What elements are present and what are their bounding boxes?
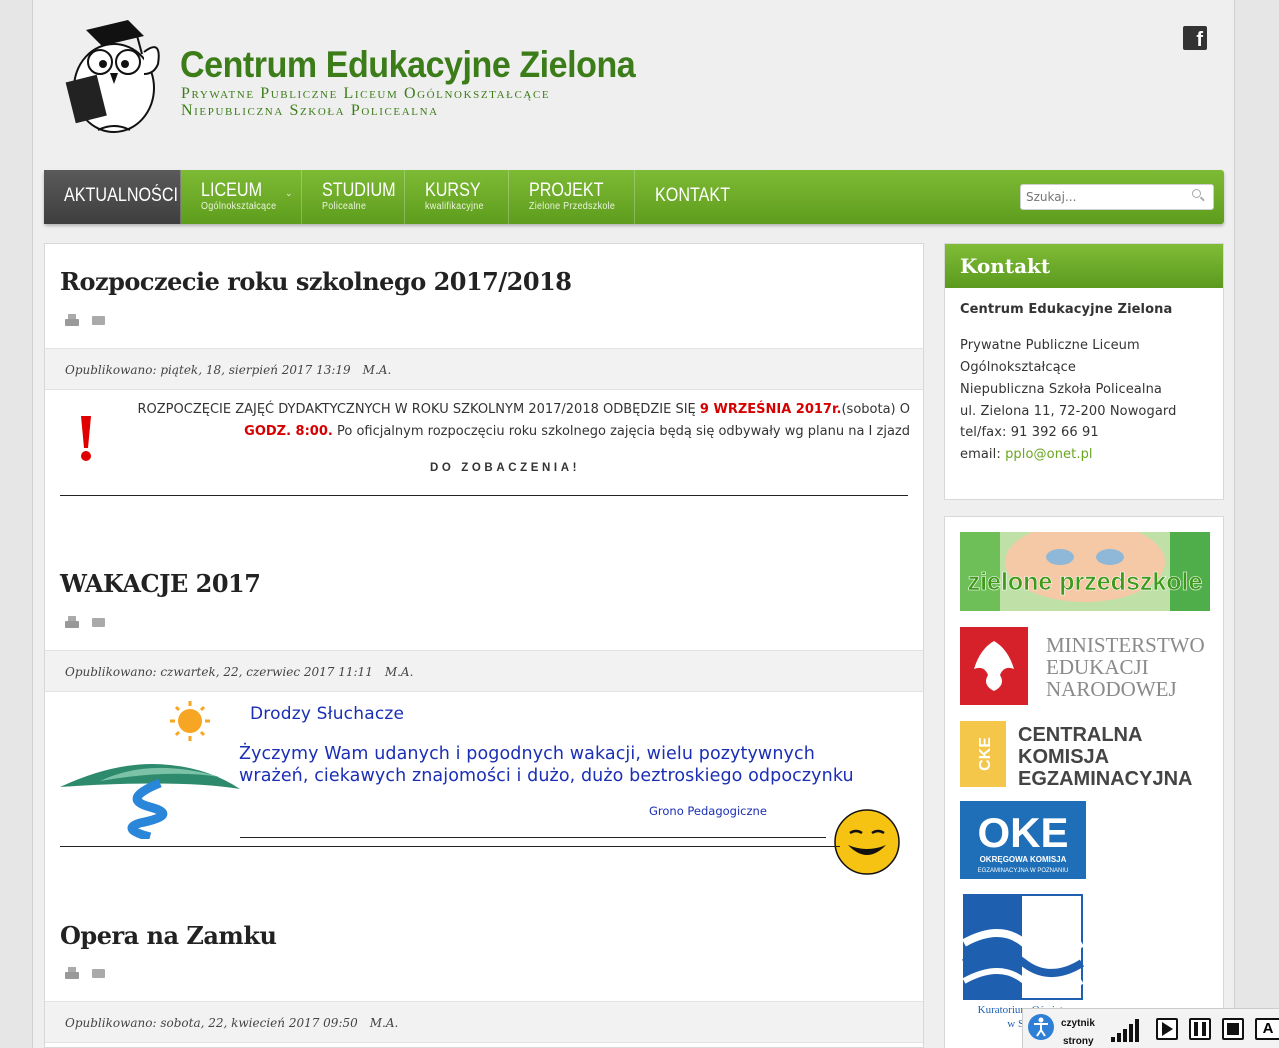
nav-sublabel: Policealne — [322, 201, 367, 212]
contact-line: Niepubliczna Szkoła Policealna — [960, 382, 1162, 397]
reader-label: czytnik — [1061, 1018, 1095, 1029]
published-date: Opublikowano: piątek, 18, sierpień 2017 … — [65, 363, 351, 377]
page-reader-toolbar: czytnik strony A — [1022, 1008, 1279, 1048]
zielone-przedszkole-banner[interactable]: zielone przedszkole — [960, 532, 1210, 611]
play-icon[interactable] — [1156, 1018, 1178, 1040]
print-icon[interactable] — [65, 314, 79, 327]
font-size-button[interactable]: A — [1255, 1018, 1279, 1040]
contact-name: Centrum Edukacyjne Zielona — [960, 302, 1173, 317]
email-link[interactable]: pplo@onet.pl — [1005, 447, 1093, 462]
contact-box: Kontakt Centrum Edukacyjne Zielona Prywa… — [944, 243, 1224, 500]
search-icon[interactable] — [1192, 189, 1201, 198]
closing-text: DO ZOBACZENIA! — [430, 462, 581, 474]
exclamation-icon — [81, 416, 91, 461]
search-input[interactable] — [1021, 185, 1181, 209]
published-date: Opublikowano: czwartek, 22, czerwiec 201… — [65, 665, 373, 679]
nav-label: KURSY — [425, 180, 481, 201]
sun-landscape-image — [60, 701, 240, 839]
przedszkole-text: zielone przedszkole — [968, 568, 1203, 596]
men-text: EDUKACJI — [1046, 655, 1149, 679]
banners-box: zielone przedszkole MINISTERSTWO EDUKACJ… — [944, 516, 1224, 1048]
author: M.A. — [369, 1016, 399, 1030]
article-title[interactable]: WAKACJE 2017 — [60, 569, 261, 598]
cke-logo-text: CKE — [977, 737, 994, 771]
contact-title: Kontakt — [945, 244, 1223, 288]
contact-line: Prywatne Publiczne Liceum — [960, 338, 1140, 353]
nav-sublabel: kwalifikacyjne — [425, 201, 484, 212]
cke-text: CENTRALNA — [1018, 724, 1142, 746]
contact-address: ul. Zielona 11, 72-200 Nowogard — [960, 404, 1177, 419]
nav-label: KONTAKT — [655, 185, 731, 206]
reader-label: strony — [1063, 1036, 1094, 1047]
highlight-date: 9 WRZEŚNIA 2017r. — [699, 402, 842, 417]
nav-label: PROJEKT — [529, 180, 604, 201]
greeting-text: Drodzy Słuchacze — [250, 704, 405, 724]
oke-banner[interactable]: OKE OKRĘGOWA KOMISJA EGZAMINACYJNA W POZ… — [960, 801, 1086, 879]
divider — [60, 846, 840, 847]
article-meta: Opublikowano: sobota, 22, kwiecień 2017 … — [45, 1001, 923, 1043]
article-meta: Opublikowano: piątek, 18, sierpień 2017 … — [45, 348, 923, 390]
divider — [240, 837, 826, 838]
wish-text: Życzymy Wam udanych i pogodnych wakacji,… — [239, 744, 854, 786]
highlight-time: GODZ. 8:00. — [244, 424, 333, 439]
men-text: MINISTERSTWO — [1046, 633, 1205, 657]
oke-text: OKRĘGOWA KOMISJA — [980, 855, 1067, 864]
men-banner[interactable]: MINISTERSTWO EDUKACJI NARODOWEJ — [960, 627, 1210, 705]
published-date: Opublikowano: sobota, 22, kwiecień 2017 … — [65, 1016, 358, 1030]
nav-label: AKTUALNOŚCI — [64, 185, 178, 206]
article-title[interactable]: Opera na Zamku — [60, 921, 277, 950]
facebook-icon[interactable]: f — [1183, 26, 1207, 51]
pause-icon[interactable] — [1189, 1018, 1211, 1040]
nav-sublabel: Ogólnokształcące — [201, 201, 277, 212]
cke-text: EGZAMINACYJNA — [1018, 768, 1192, 787]
chevron-down-icon: ⌄ — [388, 188, 396, 198]
nav-item-aktualnosci[interactable]: AKTUALNOŚCI — [44, 170, 181, 224]
volume-icon[interactable] — [1111, 1017, 1141, 1043]
chevron-down-icon: ⌄ — [285, 188, 293, 198]
nav-sublabel: Zielone Przedszkole — [529, 201, 616, 212]
email-icon[interactable] — [92, 316, 105, 325]
nav-item-projekt[interactable]: PROJEKT Zielone Przedszkole — [509, 170, 635, 224]
email-label: email: — [960, 447, 1006, 462]
nav-item-studium[interactable]: STUDIUM Policealne ⌄ — [302, 170, 405, 224]
oke-text: EGZAMINACYJNA W POZNANIU — [978, 868, 1069, 874]
contact-phone: tel/fax: 91 392 66 91 — [960, 425, 1099, 440]
article-meta: Opublikowano: czwartek, 22, czerwiec 201… — [45, 650, 923, 692]
print-icon[interactable] — [65, 967, 79, 980]
article-title[interactable]: Rozpoczecie roku szkolnego 2017/2018 — [60, 267, 572, 296]
body-text: ROZPOCZĘCIE ZAJĘĆ DYDAKTYCZNYCH W ROKU S… — [137, 402, 700, 417]
cke-banner[interactable]: CKE CENTRALNA KOMISJA EGZAMINACYJNA — [960, 721, 1210, 787]
signature-text: Grono Pedagogiczne — [649, 804, 767, 818]
oke-logo-text: OKE — [977, 809, 1068, 856]
email-icon[interactable] — [92, 969, 105, 978]
main-content: Rozpoczecie roku szkolnego 2017/2018 Opu… — [44, 243, 924, 1048]
contact-line: Ogólnokształcące — [960, 360, 1076, 375]
nav-label: STUDIUM — [322, 180, 396, 201]
article-body: ROZPOCZĘCIE ZAJĘĆ DYDAKTYCZNYCH W ROKU S… — [115, 399, 911, 443]
author: M.A. — [362, 363, 392, 377]
accessibility-icon[interactable] — [1027, 1013, 1055, 1041]
print-icon[interactable] — [65, 616, 79, 629]
stop-icon[interactable] — [1222, 1018, 1244, 1040]
email-icon[interactable] — [92, 618, 105, 627]
search-box — [1020, 184, 1214, 210]
nav-item-kontakt[interactable]: KONTAKT — [635, 170, 735, 224]
nav-item-kursy[interactable]: KURSY kwalifikacyjne — [405, 170, 509, 224]
cke-text: KOMISJA — [1018, 746, 1109, 768]
owl-logo[interactable] — [58, 18, 170, 136]
divider — [60, 495, 908, 496]
author: M.A. — [384, 665, 414, 679]
site-subtitle-2: Niepubliczna Szkoła Policealna — [181, 102, 439, 119]
site-subtitle-1: Prywatne Publiczne Liceum Ogólnokształcą… — [181, 85, 551, 102]
men-text: NARODOWEJ — [1046, 677, 1177, 701]
site-title[interactable]: Centrum Edukacyjne Zielona — [180, 44, 636, 86]
body-text: (sobota) O — [841, 402, 910, 417]
body-text: Po oficjalnym rozpoczęciu roku szkolnego… — [332, 424, 910, 439]
nav-item-liceum[interactable]: LICEUM Ogólnokształcące ⌄ — [181, 170, 302, 224]
contact-email-row: email: pplo@onet.pl — [960, 447, 1093, 462]
smiley-icon — [834, 809, 900, 875]
nav-label: LICEUM — [201, 180, 263, 201]
